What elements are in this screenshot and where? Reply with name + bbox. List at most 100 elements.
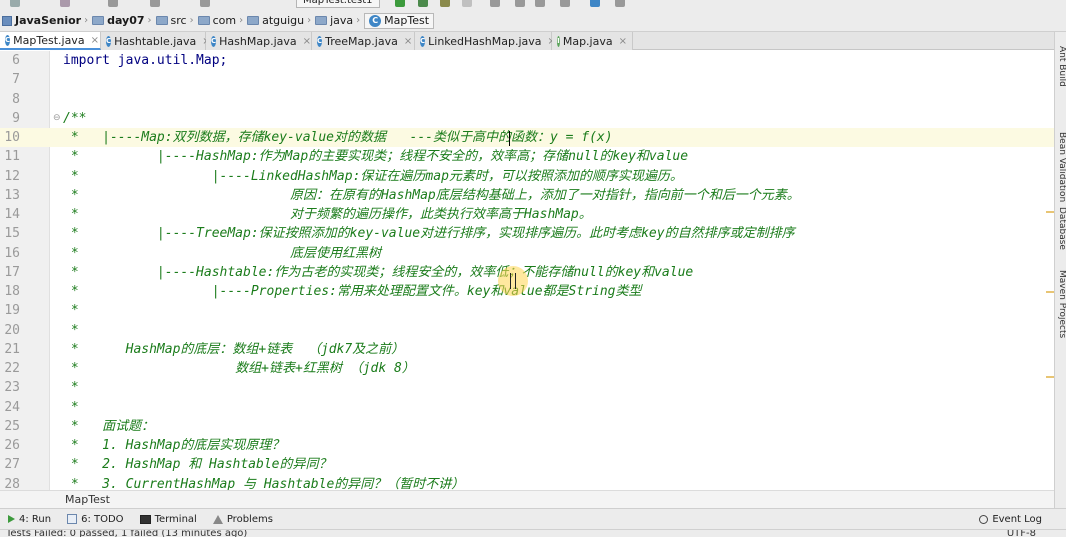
code-text: * bbox=[63, 322, 79, 338]
database-tool-button[interactable]: Database bbox=[1055, 207, 1066, 250]
search-everywhere-icon[interactable] bbox=[615, 0, 625, 7]
settings-icon[interactable] bbox=[515, 0, 525, 7]
tool-button-label: Terminal bbox=[154, 513, 197, 525]
encoding-indicator[interactable]: UTF-8 bbox=[1007, 530, 1036, 537]
editor-breadcrumb[interactable]: MapTest bbox=[0, 490, 1054, 508]
scroll-marker[interactable] bbox=[1046, 291, 1054, 293]
terminal-icon bbox=[139, 514, 151, 524]
breadcrumb-label: JavaSenior bbox=[15, 14, 82, 27]
line-number: 26 bbox=[4, 438, 20, 453]
code-text: * 底层使用红黑树 bbox=[63, 245, 381, 261]
code-line[interactable]: 11 * |----HashMap:作为Map的主要实现类；线程不安全的，效率高… bbox=[0, 147, 1054, 166]
status-bar: Tests Failed: 0 passed, 1 failed (13 min… bbox=[0, 529, 1066, 537]
sdk-icon[interactable] bbox=[535, 0, 545, 7]
code-line[interactable]: 23 * bbox=[0, 378, 1054, 397]
code-line[interactable]: 7 bbox=[0, 70, 1054, 89]
folder-icon bbox=[247, 16, 260, 25]
line-number: 18 bbox=[4, 284, 20, 299]
folder-icon bbox=[92, 16, 105, 25]
code-line[interactable]: 25 * 面试题： bbox=[0, 417, 1054, 436]
coverage-icon[interactable] bbox=[440, 0, 450, 7]
undo-icon[interactable] bbox=[108, 0, 118, 7]
cut-icon[interactable] bbox=[200, 0, 210, 7]
line-number: 19 bbox=[4, 303, 20, 319]
terminal-tool-button[interactable]: Terminal bbox=[139, 513, 197, 525]
tab-treemap[interactable]: C TreeMap.java × bbox=[312, 32, 415, 50]
close-icon[interactable]: × bbox=[619, 36, 627, 47]
breadcrumb-src[interactable]: src › bbox=[155, 10, 198, 32]
bean-validation-tool-button[interactable]: Bean Validation bbox=[1055, 132, 1066, 202]
close-icon[interactable]: × bbox=[404, 36, 412, 47]
event-log-button[interactable]: Event Log bbox=[979, 514, 1042, 525]
tab-hashtable[interactable]: C Hashtable.java × bbox=[101, 32, 211, 50]
tab-maptest[interactable]: C MapTest.java × bbox=[0, 32, 101, 50]
folder-icon bbox=[315, 16, 328, 25]
maven-projects-tool-button[interactable]: Maven Projects bbox=[1055, 270, 1066, 338]
code-text: * 2. HashMap 和 Hashtable的异同？ bbox=[63, 457, 332, 473]
class-icon: C bbox=[106, 35, 112, 47]
problems-tool-button[interactable]: Problems bbox=[212, 513, 273, 525]
interface-icon: I bbox=[557, 35, 560, 47]
help-icon[interactable] bbox=[590, 0, 600, 7]
build-icon[interactable] bbox=[490, 0, 500, 7]
code-text: import java.util.Map; bbox=[63, 53, 228, 68]
code-line[interactable]: 10 * |----Map:双列数据，存储key-value对的数据 ---类似… bbox=[0, 128, 1054, 148]
chevron-right-icon: › bbox=[356, 15, 361, 26]
back-icon[interactable] bbox=[10, 0, 20, 7]
code-line[interactable]: 14 * 对于频繁的遍历操作，此类执行效率高于HashMap。 bbox=[0, 205, 1054, 224]
tool-button-label: 6: TODO bbox=[81, 513, 124, 525]
line-number: 16 bbox=[4, 245, 20, 261]
breadcrumb-com[interactable]: com › bbox=[197, 10, 248, 32]
code-line[interactable]: 19 * bbox=[0, 301, 1054, 320]
code-line[interactable]: 12 * |----LinkedHashMap:保证在遍历map元素时，可以按照… bbox=[0, 167, 1054, 186]
code-line[interactable]: 20 * bbox=[0, 321, 1054, 340]
breadcrumb-label: atguigu bbox=[262, 14, 305, 27]
close-icon[interactable]: × bbox=[303, 36, 311, 47]
folder-icon bbox=[197, 16, 210, 25]
code-line[interactable]: 26 * 1. HashMap的底层实现原理？ bbox=[0, 436, 1054, 455]
todo-tool-button[interactable]: 6: TODO bbox=[67, 513, 124, 525]
tab-map[interactable]: I Map.java × bbox=[552, 32, 633, 50]
run-icon[interactable] bbox=[395, 0, 405, 7]
ant-build-tool-button[interactable]: Ant Build bbox=[1055, 46, 1066, 87]
run-configuration-select[interactable]: MapTest.test1 bbox=[296, 0, 380, 8]
code-line[interactable]: 22 * 数组+链表+红黑树 （jdk 8） bbox=[0, 359, 1054, 378]
breadcrumb-label: MapTest bbox=[384, 14, 430, 27]
scroll-marker[interactable] bbox=[1046, 211, 1054, 213]
tab-label: Hashtable.java bbox=[114, 34, 197, 48]
breadcrumb-module[interactable]: day07 › bbox=[92, 10, 155, 32]
chevron-right-icon: › bbox=[307, 15, 312, 26]
code-line[interactable]: 27 * 2. HashMap 和 Hashtable的异同？ bbox=[0, 455, 1054, 474]
code-text: * |----HashMap:作为Map的主要实现类；线程不安全的，效率高；存储… bbox=[63, 149, 689, 165]
breadcrumb-atguigu[interactable]: atguigu › bbox=[247, 10, 315, 32]
code-line[interactable]: 13 * 原因：在原有的HashMap底层结构基础上，添加了一对指针，指向前一个… bbox=[0, 186, 1054, 205]
fold-icon[interactable]: ⊖ bbox=[53, 113, 61, 123]
code-line[interactable]: 8 bbox=[0, 90, 1054, 109]
debug-icon[interactable] bbox=[418, 0, 428, 7]
stop-icon[interactable] bbox=[462, 0, 472, 7]
scroll-marker[interactable] bbox=[1046, 376, 1054, 378]
forward-icon[interactable] bbox=[60, 0, 70, 7]
close-icon[interactable]: × bbox=[91, 35, 99, 46]
code-line[interactable]: 16 * 底层使用红黑树 bbox=[0, 244, 1054, 263]
breadcrumb-java[interactable]: java › bbox=[315, 10, 364, 32]
tab-linkedhashmap[interactable]: C LinkedHashMap.java × bbox=[415, 32, 556, 50]
code-text: * |----Hashtable:作为古老的实现类；线程安全的，效率低；不能存储… bbox=[63, 264, 694, 280]
code-line[interactable]: 15 * |----TreeMap:保证按照添加的key-value对进行排序，… bbox=[0, 224, 1054, 243]
chevron-right-icon: › bbox=[84, 15, 89, 26]
code-line[interactable]: 28 * 3. CurrentHashMap 与 Hashtable的异同？（暂… bbox=[0, 475, 1054, 491]
line-number: 24 bbox=[4, 399, 20, 415]
tool-button-label: Problems bbox=[226, 513, 273, 525]
code-line[interactable]: 24 * bbox=[0, 398, 1054, 417]
code-text: * 原因：在原有的HashMap底层结构基础上，添加了一对指针，指向前一个和后一… bbox=[63, 187, 800, 203]
code-line[interactable]: 9 ⊖/** bbox=[0, 109, 1054, 128]
code-editor[interactable]: 6 import java.util.Map; 7 8 9 ⊖/** 10 * |----M… bbox=[0, 51, 1054, 490]
breadcrumb-project[interactable]: JavaSenior › bbox=[2, 10, 92, 32]
code-line[interactable]: 21 * HashMap的底层：数组+链表 （jdk7及之前） bbox=[0, 340, 1054, 359]
tab-hashmap[interactable]: C HashMap.java × bbox=[206, 32, 312, 50]
run-tool-button[interactable]: 4: Run bbox=[8, 514, 51, 525]
redo-icon[interactable] bbox=[150, 0, 160, 7]
vcs-icon[interactable] bbox=[560, 0, 570, 7]
code-line[interactable]: 6 import java.util.Map; bbox=[0, 51, 1054, 70]
breadcrumb-maptest[interactable]: C MapTest bbox=[364, 12, 435, 29]
